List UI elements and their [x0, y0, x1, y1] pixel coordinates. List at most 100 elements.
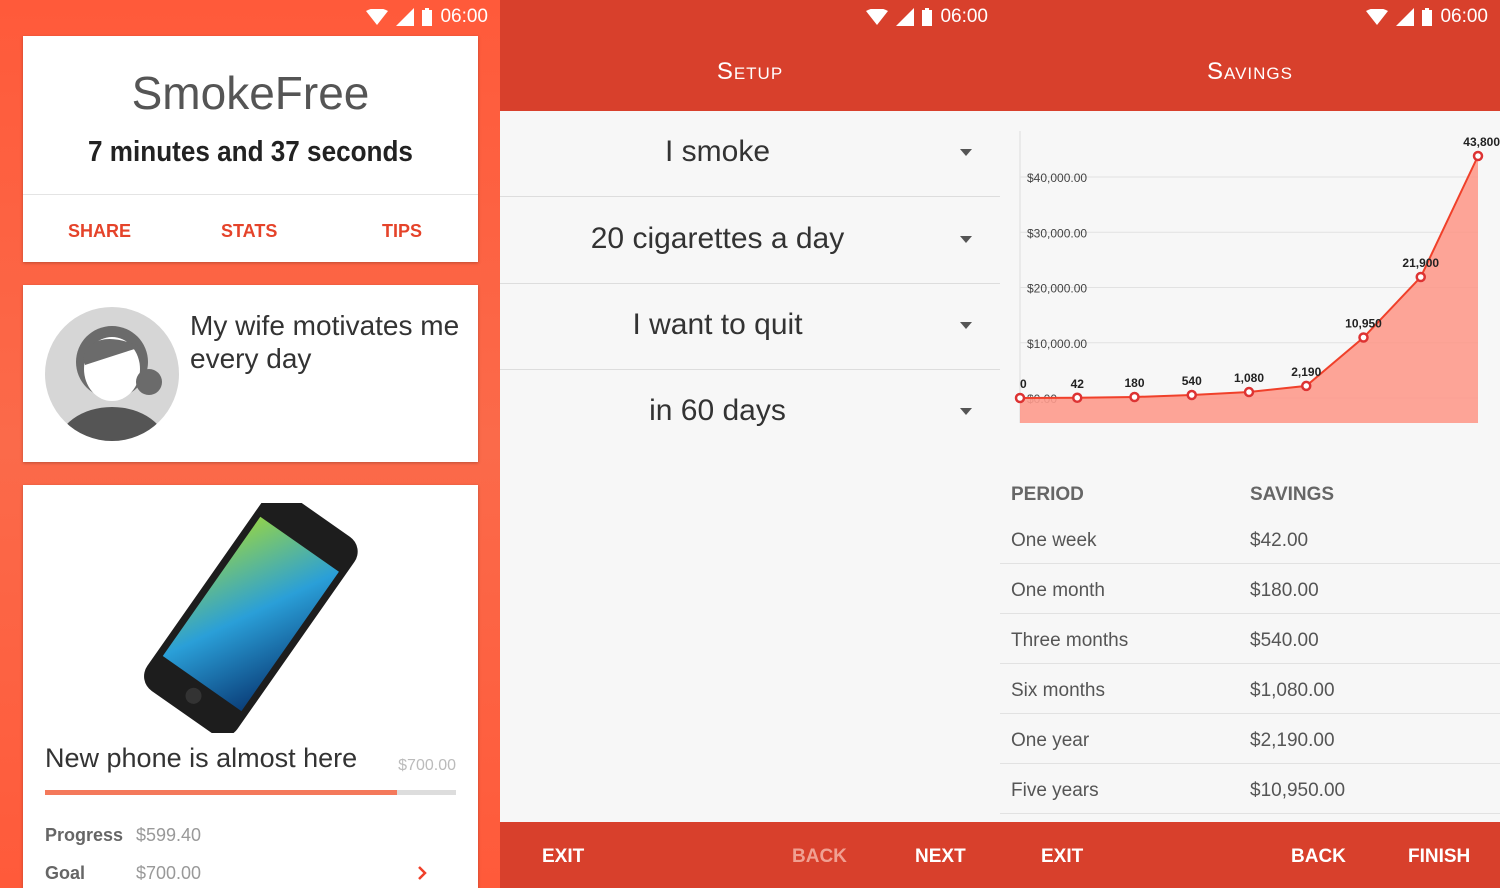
data-point [1186, 389, 1197, 401]
cigarettes-select[interactable]: 20 cigarettes a day [500, 198, 1000, 284]
data-label: 1,080 [1234, 371, 1264, 385]
period-cell: One year [1011, 730, 1090, 751]
data-label: 42 [1071, 377, 1085, 391]
period-cell: One month [1011, 580, 1105, 601]
battery-icon [922, 8, 933, 26]
app-bar: 06:00 Setup [500, 0, 1000, 111]
dropdown-arrow-icon [960, 322, 972, 335]
signal-icon [396, 8, 415, 26]
app-name: SmokeFree [131, 67, 370, 119]
back-button[interactable]: BACK [792, 846, 847, 868]
data-point [1129, 391, 1140, 403]
wifi-icon [866, 9, 889, 25]
goal-select[interactable]: I want to quit [500, 284, 1000, 370]
savings-table: PERIOD SAVINGS One week $42.00 One month $18… [1000, 468, 1500, 814]
data-point [1472, 150, 1484, 162]
savings-cell: $1,080.00 [1250, 680, 1335, 701]
period-cell: Five years [1011, 780, 1099, 801]
status-bar: 06:00 [500, 0, 1000, 34]
data-point [1014, 392, 1026, 404]
exit-button[interactable]: EXIT [542, 846, 584, 868]
dropdown-arrow-icon [960, 236, 972, 249]
signal-icon [896, 8, 915, 26]
dropdown-arrow-icon [960, 408, 972, 421]
y-tick-label: $10,000.00 [1027, 337, 1087, 351]
goal-label: Goal [45, 863, 86, 883]
signal-icon [1396, 8, 1415, 26]
status-bar: 06:00 [0, 0, 500, 34]
chevron-right-icon[interactable] [416, 865, 428, 881]
header-period: PERIOD [1011, 484, 1084, 505]
clock: 06:00 [440, 6, 488, 27]
next-button[interactable]: NEXT [915, 846, 966, 868]
share-button[interactable]: SHARE [68, 221, 131, 242]
data-point [1301, 380, 1312, 392]
y-tick-label: $30,000.00 [1027, 226, 1087, 240]
motivation-text: My wife motivates me every day [190, 310, 460, 374]
goal-amount: $700.00 [398, 757, 456, 774]
savings-cell: $2,190.00 [1250, 730, 1335, 751]
data-label: 21,900 [1402, 256, 1439, 270]
table-row: Six months $1,080.00 [1000, 664, 1500, 714]
data-point [1358, 332, 1369, 343]
goal-progress-bar [45, 790, 456, 795]
savings-cell: $180.00 [1250, 580, 1319, 601]
exit-button[interactable]: EXIT [1041, 846, 1083, 868]
data-label: 2,190 [1291, 365, 1321, 379]
tips-button[interactable]: TIPS [382, 221, 422, 242]
select-value: in 60 days [649, 394, 786, 427]
select-value: 20 cigarettes a day [590, 222, 845, 255]
period-cell: Three months [1011, 630, 1129, 651]
status-bar: 06:00 [1000, 0, 1500, 34]
savings-cell: $10,950.00 [1250, 780, 1346, 801]
finish-button[interactable]: FINISH [1408, 846, 1470, 868]
select-value: I want to quit [632, 308, 803, 341]
clock: 06:00 [940, 6, 988, 27]
elapsed-time: 7 minutes and 37 seconds [88, 136, 413, 168]
table-row: One month $180.00 [1000, 564, 1500, 614]
data-point [1072, 392, 1083, 404]
progress-value: $599.40 [136, 825, 202, 845]
y-tick-label: $40,000.00 [1027, 171, 1087, 185]
data-label: 0 [1020, 377, 1027, 391]
data-label: 10,950 [1345, 317, 1382, 331]
data-label: 540 [1182, 374, 1202, 388]
goal-card[interactable]: New phone is almost here $700.00 Progres… [23, 485, 478, 888]
table-header: PERIOD SAVINGS [1000, 468, 1500, 514]
header-savings: SAVINGS [1250, 484, 1335, 505]
savings-chart: $0.00$10,000.00$20,000.00$30,000.00$40,0… [1014, 131, 1500, 423]
data-label: 43,800 [1463, 135, 1500, 149]
phone-image [144, 503, 358, 733]
period-cell: Six months [1011, 680, 1105, 701]
battery-icon [1422, 8, 1433, 26]
stats-button[interactable]: STATS [221, 221, 277, 242]
savings-screen: 06:00 Savings $0.00$10,000.00$20,000.00$… [1000, 0, 1500, 888]
battery-icon [422, 8, 433, 26]
table-row: One year $2,190.00 [1000, 714, 1500, 764]
smoke-select[interactable]: I smoke [500, 111, 1000, 197]
goal-value: $700.00 [136, 863, 202, 883]
days-select[interactable]: in 60 days [500, 370, 1000, 456]
home-screen: 06:00 SmokeFree 7 minutes and 37 seconds… [0, 0, 500, 888]
motivation-card[interactable]: My wife motivates me every day [23, 285, 478, 462]
dropdown-arrow-icon [960, 149, 972, 162]
app-bar: 06:00 Savings [1000, 0, 1500, 111]
savings-cell: $42.00 [1250, 530, 1309, 551]
wifi-icon [1366, 9, 1389, 25]
setup-screen: 06:00 Setup I smoke 20 cigarettes a day … [500, 0, 1000, 888]
table-row: One week $42.00 [1000, 514, 1500, 564]
page-title: Savings [1207, 58, 1293, 85]
back-button[interactable]: BACK [1291, 846, 1346, 868]
page-title: Setup [716, 58, 784, 85]
select-value: I smoke [664, 135, 771, 168]
wifi-icon [366, 9, 389, 25]
goal-title: New phone is almost here [45, 743, 358, 773]
data-point [1243, 386, 1255, 398]
clock: 06:00 [1440, 6, 1488, 27]
data-label: 180 [1124, 376, 1144, 390]
data-point [1415, 271, 1426, 283]
timer-card: SmokeFree 7 minutes and 37 seconds SHARE… [23, 36, 478, 262]
period-cell: One week [1011, 530, 1097, 551]
bottom-bar: EXIT BACK FINISH [1000, 822, 1500, 888]
savings-cell: $540.00 [1250, 630, 1319, 651]
